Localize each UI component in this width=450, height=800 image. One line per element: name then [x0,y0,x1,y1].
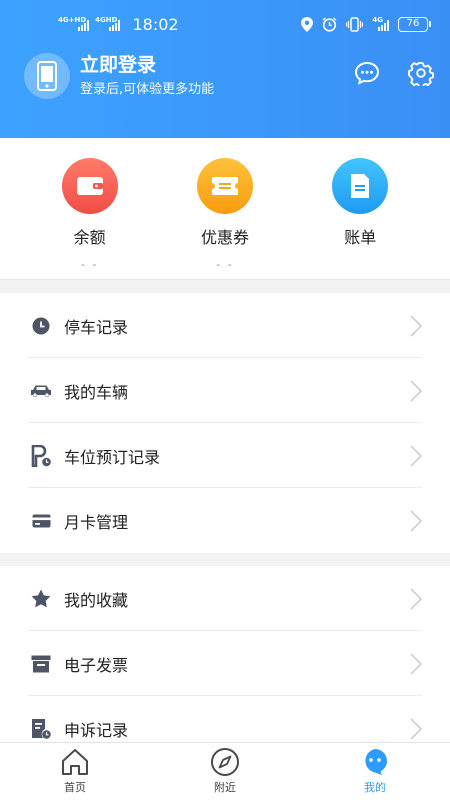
profile-icon [365,749,387,775]
tab-label: 附近 [214,781,236,794]
tab-mine[interactable]: 我的 [335,743,415,800]
wallet-icon [61,158,118,214]
menu-item-my-vehicles[interactable]: 我的车辆 [0,358,450,423]
chevron-right-icon [410,510,422,532]
menu-item-parking-records[interactable]: 停车记录 [0,293,450,358]
phone-avatar-icon [37,61,57,91]
menu-label: 电子发票 [64,655,129,675]
parking-icon [30,444,52,467]
menu-group-records: 停车记录 我的车辆 车位预订记录 月卡管理 [0,293,450,553]
balance-value: - - [80,258,99,271]
signal-1: 4G+HD [58,17,90,31]
login-title[interactable]: 立即登录 [80,52,214,78]
chevron-right-icon [410,315,422,337]
signal-bars-icon [109,20,121,31]
quick-actions: 余额 - - 优惠券 - - 账单 [0,138,450,280]
tab-home[interactable]: 首页 [35,743,115,800]
menu-label: 申诉记录 [64,720,129,740]
complaint-icon [30,718,52,740]
menu-item-reservation-records[interactable]: 车位预订记录 [0,423,450,488]
coupon-label: 优惠券 [200,228,249,247]
signal-2: 4GHD [95,17,121,31]
settings-gear-icon[interactable] [408,60,434,86]
chevron-right-icon [410,653,422,675]
location-icon [301,16,314,32]
menu-item-monthly-card[interactable]: 月卡管理 [0,488,450,553]
profile-header: 4G+HD 4GHD 18:02 4G 76 立即登录 登录后,可体验更多功能 [0,0,450,138]
tab-nearby[interactable]: 附近 [185,743,265,800]
coupon-value: - - [216,258,234,271]
message-icon[interactable] [354,61,380,85]
invoice-icon [30,653,52,675]
star-icon [30,588,52,610]
login-entry[interactable]: 立即登录 登录后,可体验更多功能 [24,52,214,100]
login-subtitle: 登录后,可体验更多功能 [80,82,215,97]
menu-item-complaints[interactable]: 申诉记录 [0,696,450,742]
bill-entry[interactable]: 账单 [305,138,415,279]
menu-group-services: 我的收藏 电子发票 申诉记录 [0,566,450,742]
avatar[interactable] [24,53,70,99]
signal-bars-icon [378,20,389,31]
clock-icon [30,315,52,337]
signal-bars-icon [78,20,90,31]
tab-label: 我的 [364,781,386,794]
battery-indicator: 76 [398,16,431,32]
menu-item-favorites[interactable]: 我的收藏 [0,566,450,631]
card-icon [30,510,52,532]
menu-label: 我的车辆 [64,382,129,402]
coupon-icon [196,158,253,214]
chevron-right-icon [410,718,422,740]
chevron-right-icon [410,445,422,467]
menu-label: 我的收藏 [64,590,129,610]
chevron-right-icon [410,380,422,402]
bill-icon [332,158,389,214]
chevron-right-icon [410,588,422,610]
coupon-entry[interactable]: 优惠券 - - [170,138,280,279]
menu-label: 停车记录 [64,317,129,337]
clock-time: 18:02 [132,14,179,34]
tab-label: 首页 [64,781,86,794]
vibrate-icon [346,16,364,32]
signal-3: 4G [372,17,389,31]
menu-label: 月卡管理 [64,512,129,532]
balance-entry[interactable]: 余额 - - [35,138,145,279]
balance-label: 余额 [73,228,106,247]
menu-item-e-invoice[interactable]: 电子发票 [0,631,450,696]
home-icon [62,749,88,775]
bill-label: 账单 [344,228,377,247]
menu-label: 车位预订记录 [64,447,161,467]
compass-icon [211,748,239,776]
car-icon [30,380,52,402]
status-bar: 4G+HD 4GHD 18:02 4G 76 [0,0,450,48]
alarm-icon [322,16,337,32]
bottom-tab-bar: 首页 附近 我的 [0,742,450,800]
